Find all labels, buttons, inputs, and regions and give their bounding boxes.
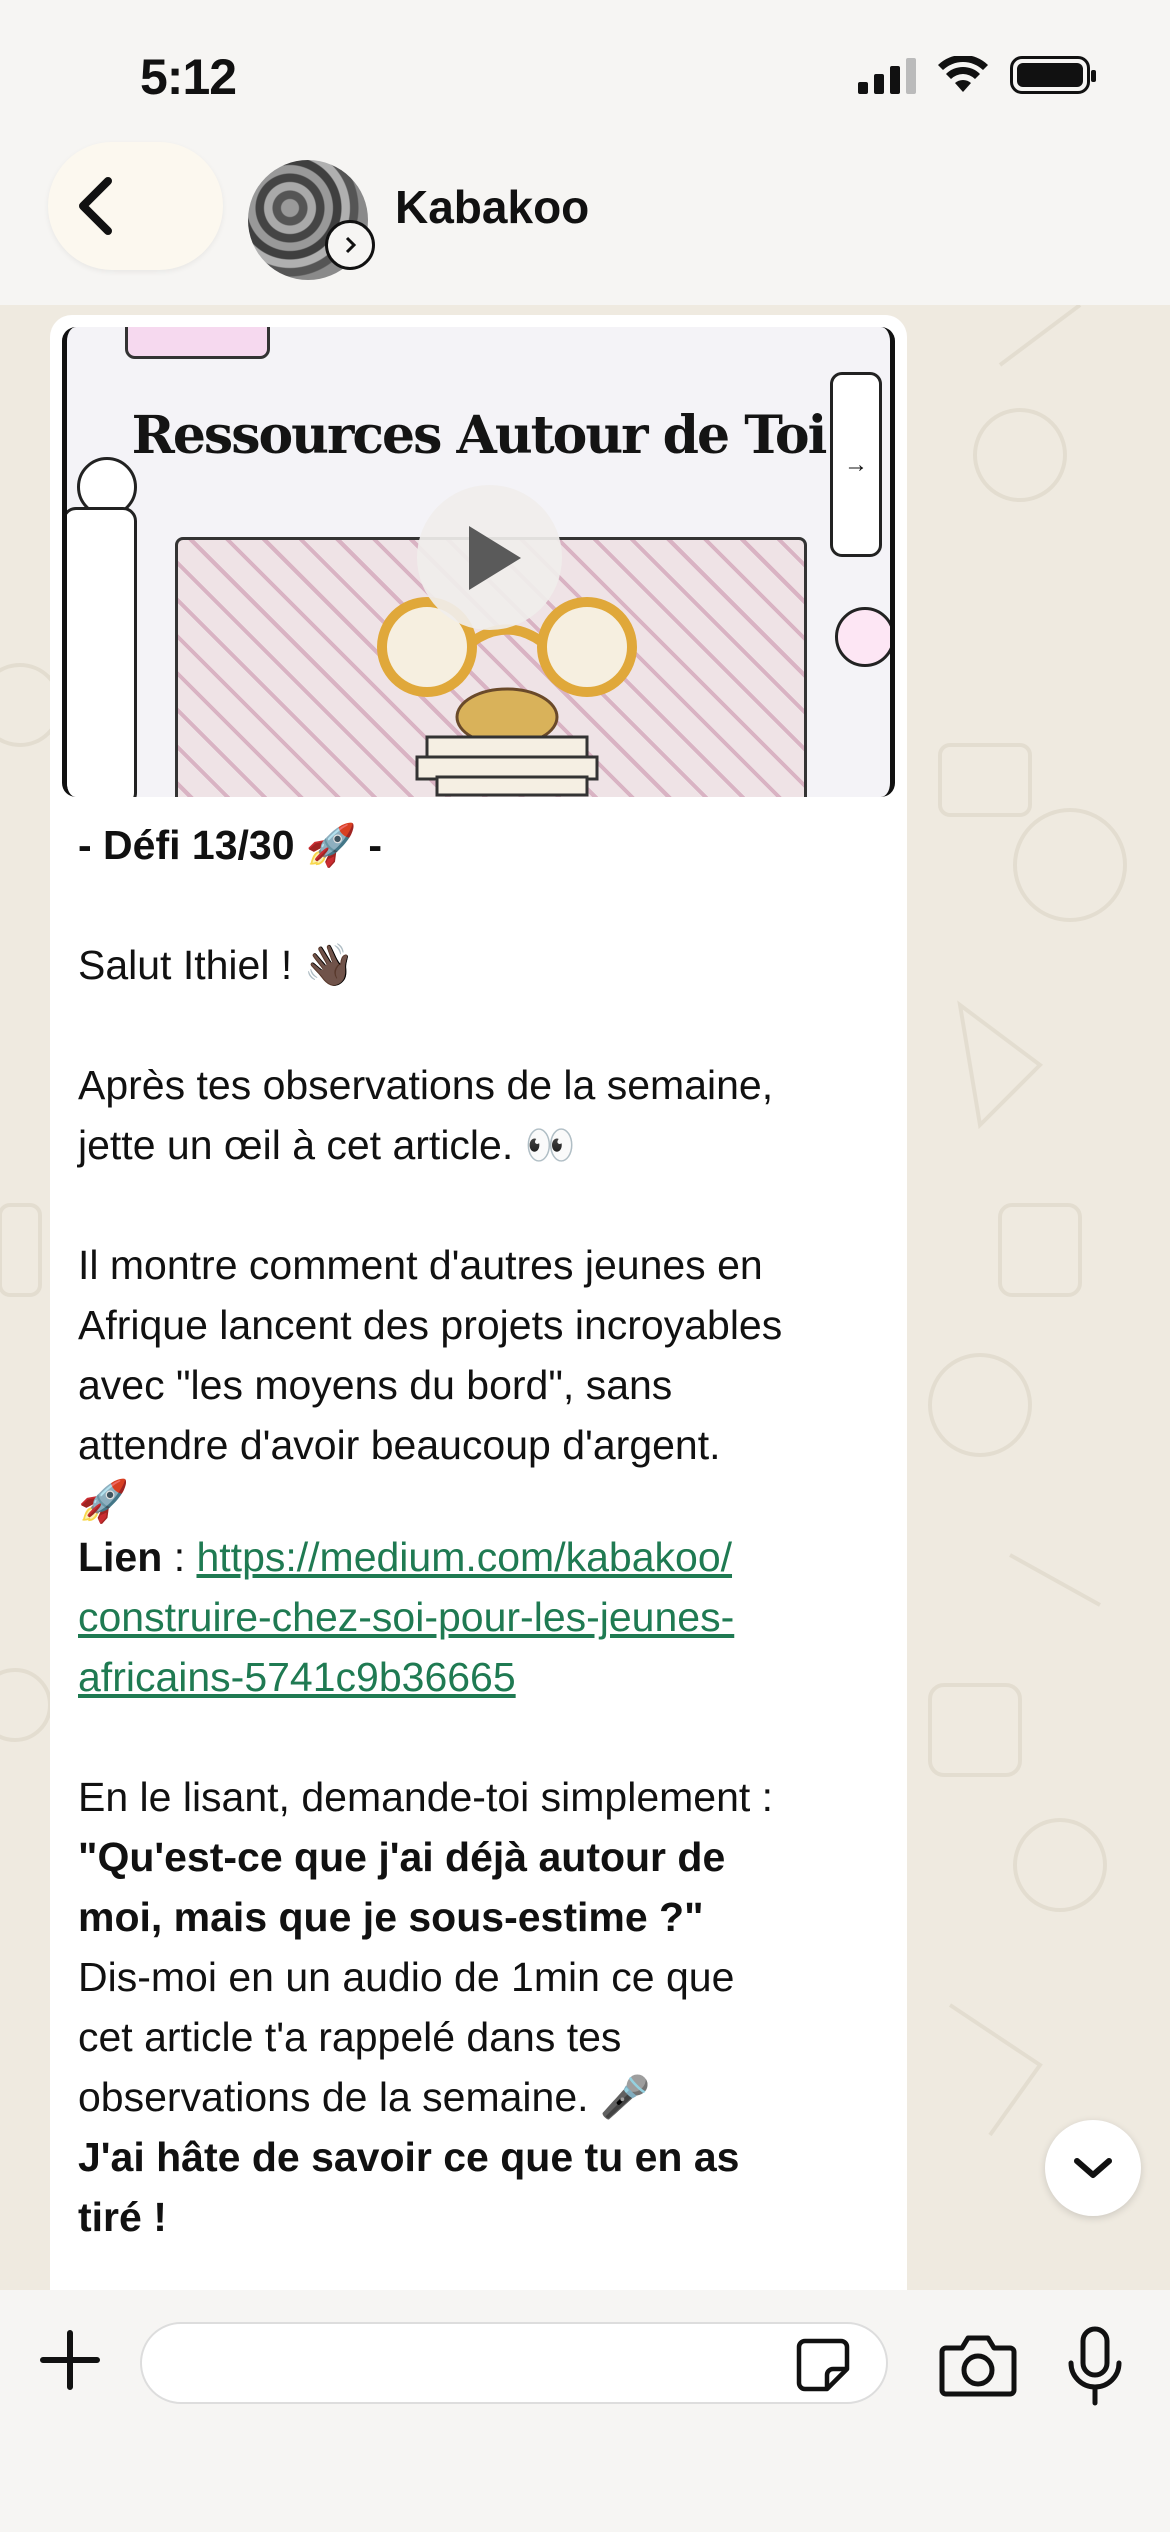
status-icons <box>858 56 1096 94</box>
back-button[interactable] <box>48 142 223 270</box>
text-line: observations de la semaine. 🎤 <box>78 2074 651 2120</box>
question-line: "Qu'est-ce que j'ai déjà autour de <box>78 1834 726 1880</box>
message-bubble[interactable]: → Ressources Autour de Toi - Défi 13/30 … <box>50 315 907 2290</box>
defi-label: - Défi 13/30 🚀 - <box>78 822 382 868</box>
battery-icon <box>1010 56 1096 94</box>
contact-name[interactable]: Kabakoo <box>395 180 589 234</box>
message-text: - Défi 13/30 🚀 - Salut Ithiel ! 👋🏿 Après… <box>78 815 898 2247</box>
plus-icon[interactable] <box>35 2325 105 2395</box>
message-input[interactable] <box>140 2322 888 2404</box>
composer-bar <box>0 2290 1170 2532</box>
text-line: Il montre comment d'autres jeunes en <box>78 1242 763 1288</box>
scroll-down-button[interactable] <box>1045 2120 1141 2216</box>
text-line: Après tes observations de la semaine, <box>78 1062 774 1108</box>
text-line: Dis-moi en un audio de 1min ce que <box>78 1954 735 2000</box>
chevron-down-icon <box>1074 2158 1112 2178</box>
wifi-icon <box>938 56 988 92</box>
status-time: 5:12 <box>140 49 237 105</box>
preview-title: Ressources Autour de Toi <box>131 405 828 466</box>
article-link[interactable]: africains-5741c9b36665 <box>78 1654 516 1700</box>
preview-decoration <box>125 327 270 359</box>
sticker-icon[interactable] <box>795 2337 851 2393</box>
article-link[interactable]: https://medium.com/kabakoo/ <box>196 1534 732 1580</box>
chat-area[interactable]: → Ressources Autour de Toi - Défi 13/30 … <box>0 305 1170 2290</box>
text-line: jette un œil à cet article. 👀 <box>78 1122 576 1168</box>
closing-line: J'ai hâte de savoir ce que tu en as <box>78 2134 740 2180</box>
greeting: Salut Ithiel ! 👋🏿 <box>78 942 355 988</box>
status-bar: 5:12 <box>0 0 1170 140</box>
contact-info-icon[interactable] <box>325 220 375 270</box>
question-line: moi, mais que je sous-estime ?" <box>78 1894 704 1940</box>
rocket-emoji: 🚀 <box>78 1478 130 1524</box>
preview-decoration <box>67 507 137 797</box>
link-separator: : <box>162 1534 197 1580</box>
article-link[interactable]: construire-chez-soi-pour-les-jeunes- <box>78 1594 734 1640</box>
text-line: cet article t'a rappelé dans tes <box>78 2014 622 2060</box>
text-line: En le lisant, demande-toi simplement : <box>78 1774 774 1820</box>
chat-header: Kabakoo <box>0 140 1170 305</box>
text-line: avec "les moyens du bord", sans <box>78 1362 673 1408</box>
text-line: attendre d'avoir beaucoup d'argent. <box>78 1422 721 1468</box>
cellular-signal-icon <box>858 56 916 94</box>
mic-icon[interactable] <box>1065 2325 1125 2407</box>
video-preview[interactable]: → Ressources Autour de Toi <box>62 327 895 797</box>
preview-decoration <box>835 607 890 667</box>
back-chevron-icon <box>79 177 112 235</box>
text-line: Afrique lancent des projets incroyables <box>78 1302 783 1348</box>
closing-line: tiré ! <box>78 2194 167 2240</box>
camera-icon[interactable] <box>938 2330 1018 2400</box>
play-icon[interactable] <box>417 485 562 630</box>
link-label: Lien <box>78 1534 163 1580</box>
